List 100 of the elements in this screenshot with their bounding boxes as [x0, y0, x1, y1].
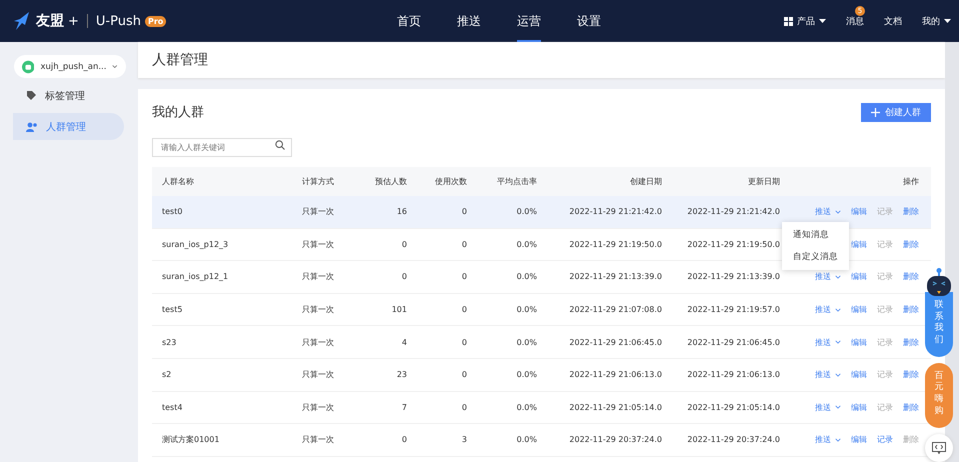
chevron-down-icon [835, 274, 841, 279]
table-cell-text: 2022-11-29 21:06:13.0 [568, 370, 662, 380]
edit-link[interactable]: 编辑 [851, 434, 867, 446]
table-cell-text: 0 [460, 338, 467, 347]
nav-tab[interactable]: 设置 [577, 0, 601, 42]
table-cell-text: 0 [460, 370, 467, 380]
table-cell-text: 只算一次 [302, 271, 335, 282]
table-cell-text: s2 [161, 370, 172, 380]
edit-link[interactable]: 编辑 [851, 206, 867, 218]
table-cell-text: 0.0% [516, 207, 537, 216]
table-cell-text: 0.0% [516, 435, 537, 444]
messages-link[interactable]: 消息 [846, 14, 864, 28]
table-cell-text: 只算一次 [302, 336, 335, 348]
table-cell-text: 0 [460, 207, 467, 216]
product-name: U-Push [96, 14, 141, 28]
table-cell-text: 0.0% [516, 240, 537, 249]
table-cell-text: 2022-11-29 21:13:39.0 [568, 272, 662, 282]
table-cell-text: 0 [460, 272, 467, 282]
nav-tab[interactable]: 首页 [397, 0, 421, 42]
column-header: 使用次数 [434, 176, 467, 187]
table-cell-text: 4 [400, 338, 407, 347]
push-dropdown[interactable]: 推送 [815, 369, 841, 380]
tag-icon [26, 90, 37, 101]
logo-icon [12, 11, 32, 31]
delete-link[interactable]: 删除 [903, 238, 919, 250]
column-header: 预估人数 [374, 176, 407, 187]
search-field[interactable]: 请输入人群关键词 [152, 138, 292, 157]
app-selector[interactable]: xujh_push_an... [14, 55, 126, 78]
code-icon [932, 442, 946, 454]
table-cell-text: 0.0% [516, 370, 537, 380]
account-menu[interactable]: 我的 [922, 14, 951, 28]
chevron-down-icon [835, 405, 841, 410]
table-cell-text: suran_ios_p12_3 [161, 240, 230, 249]
table-cell-text: 0.0% [516, 272, 537, 282]
table-cell-text: test0 [161, 207, 184, 216]
page-title: 人群管理 [152, 51, 208, 69]
push-dropdown[interactable]: 推送 [815, 434, 841, 446]
edit-link[interactable]: 编辑 [851, 271, 867, 282]
table-cell-text: 0 [400, 272, 407, 282]
edit-link[interactable]: 编辑 [851, 304, 867, 316]
table-cell-text: 0 [460, 402, 467, 412]
contact-us-button[interactable]: 联系我们 [925, 292, 953, 357]
edit-link[interactable]: 编辑 [851, 402, 867, 413]
section-title: 我的人群 [152, 104, 204, 121]
column-header: 创建日期 [629, 176, 662, 187]
menu-item[interactable]: 自定义消息 [782, 246, 849, 268]
caret-icon [944, 19, 951, 23]
table-cell-text: 2022-11-29 21:06:45.0 [686, 338, 780, 347]
chevron-down-icon [835, 308, 841, 312]
delete-link[interactable]: 删除 [903, 369, 919, 380]
record-link[interactable]: 记录 [877, 434, 893, 446]
delete-link[interactable]: 删除 [903, 271, 919, 282]
nav-tab[interactable]: 推送 [457, 0, 481, 42]
table-cell-text: 只算一次 [302, 238, 335, 250]
table-cell-text: 只算一次 [302, 304, 335, 316]
delete-link[interactable]: 删除 [903, 304, 919, 316]
push-dropdown[interactable]: 推送 [815, 402, 841, 413]
menu-item[interactable]: 通知消息 [782, 224, 849, 246]
table-cell-text: 3 [460, 435, 467, 444]
table-cell-text: 2022-11-29 21:19:50.0 [686, 240, 780, 249]
push-dropdown[interactable]: 推送 [815, 206, 841, 218]
edit-link[interactable]: 编辑 [851, 336, 867, 348]
table-cell-text: 0 [460, 305, 467, 314]
table-cell-text: test4 [161, 402, 184, 412]
table-cell-text: 2022-11-29 20:37:24.0 [568, 435, 662, 444]
edit-link[interactable]: 编辑 [851, 238, 867, 250]
table-cell-text: 2022-11-29 21:07:08.0 [568, 305, 662, 314]
sidebar-item[interactable]: 人群管理 [13, 113, 124, 140]
table-cell-text: 2022-11-29 21:05:14.0 [686, 402, 780, 412]
table-cell-text: 101 [390, 305, 407, 314]
table-cell-text: 2022-11-29 20:37:24.0 [686, 435, 780, 444]
table-cell-text: 2022-11-29 21:05:14.0 [568, 402, 662, 412]
table-cell-text: 2022-11-29 21:19:57.0 [686, 305, 780, 314]
table-cell-text: 16 [396, 207, 407, 216]
sidebar-item[interactable]: 标签管理 [13, 82, 124, 109]
delete-link[interactable]: 删除 [903, 336, 919, 348]
column-header: 人群名称 [161, 176, 195, 187]
delete-link[interactable]: 删除 [903, 206, 919, 218]
create-button[interactable]: 创建人群 [861, 102, 931, 122]
table-cell-text: 测试方案01001 [161, 434, 220, 446]
push-dropdown[interactable]: 推送 [815, 304, 841, 316]
docs-link[interactable]: 文档 [884, 14, 902, 28]
chevron-down-icon [835, 210, 841, 214]
delete-link[interactable]: 删除 [903, 402, 919, 413]
products-menu[interactable]: 产品 [784, 14, 826, 28]
users-icon [26, 122, 38, 132]
edit-link[interactable]: 编辑 [851, 369, 867, 380]
table-cell-text: 7 [400, 402, 407, 412]
table-cell-text: suran_ios_p12_1 [161, 272, 230, 282]
table-cell-text: 0.0% [516, 305, 537, 314]
promo-button[interactable]: 百元嗨购 [925, 362, 953, 428]
table-cell-text: 2022-11-29 21:21:42.0 [568, 207, 662, 216]
chevron-down-icon [112, 64, 118, 69]
push-dropdown[interactable]: 推送 [815, 336, 841, 348]
table-cell-text: 0.0% [516, 402, 537, 412]
table-cell-text: 2022-11-29 21:13:39.0 [686, 272, 780, 282]
search-icon [275, 140, 285, 150]
table-cell-text: 只算一次 [302, 369, 335, 380]
caret-icon [819, 19, 826, 23]
push-dropdown[interactable]: 推送 [815, 271, 841, 282]
